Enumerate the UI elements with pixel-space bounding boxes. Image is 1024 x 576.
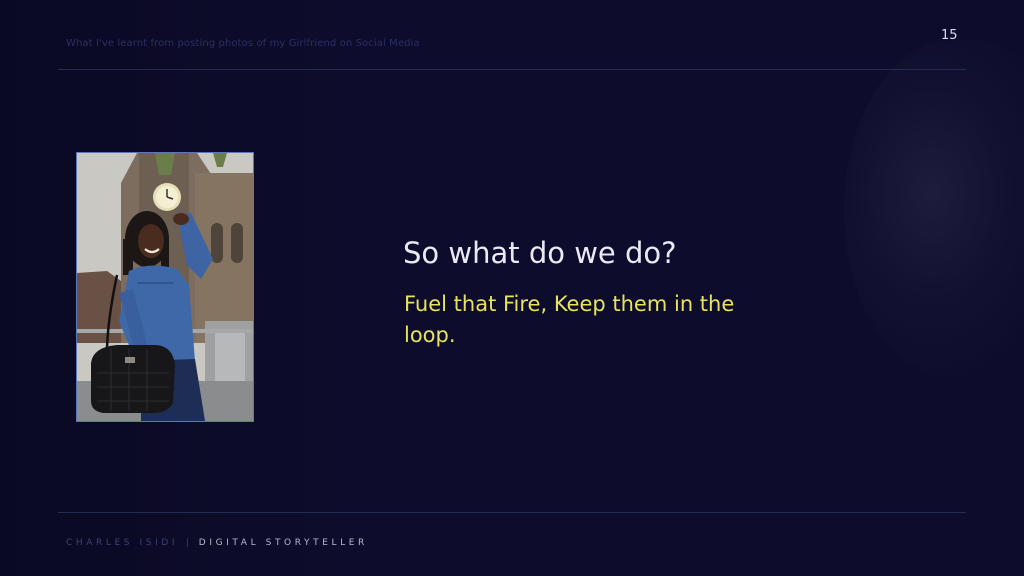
footer-author-role: DIGITAL STORYTELLER (198, 538, 368, 548)
background-face-image (844, 40, 1024, 380)
footer-author-name: CHARLES ISIDI (66, 538, 179, 548)
footer-separator: | (186, 538, 193, 548)
photo (76, 152, 254, 422)
header-title: What I've learnt from posting photos of … (66, 38, 420, 49)
header-divider (58, 69, 966, 70)
photo-illustration (77, 153, 253, 421)
slide-heading: So what do we do? (403, 236, 677, 270)
page-number: 15 (941, 28, 958, 43)
slide-subheading: Fuel that Fire, Keep them in the loop. (404, 292, 735, 347)
slide: What I've learnt from posting photos of … (0, 0, 1024, 576)
footer-divider (58, 512, 966, 513)
footer: CHARLES ISIDI | DIGITAL STORYTELLER (66, 538, 368, 548)
